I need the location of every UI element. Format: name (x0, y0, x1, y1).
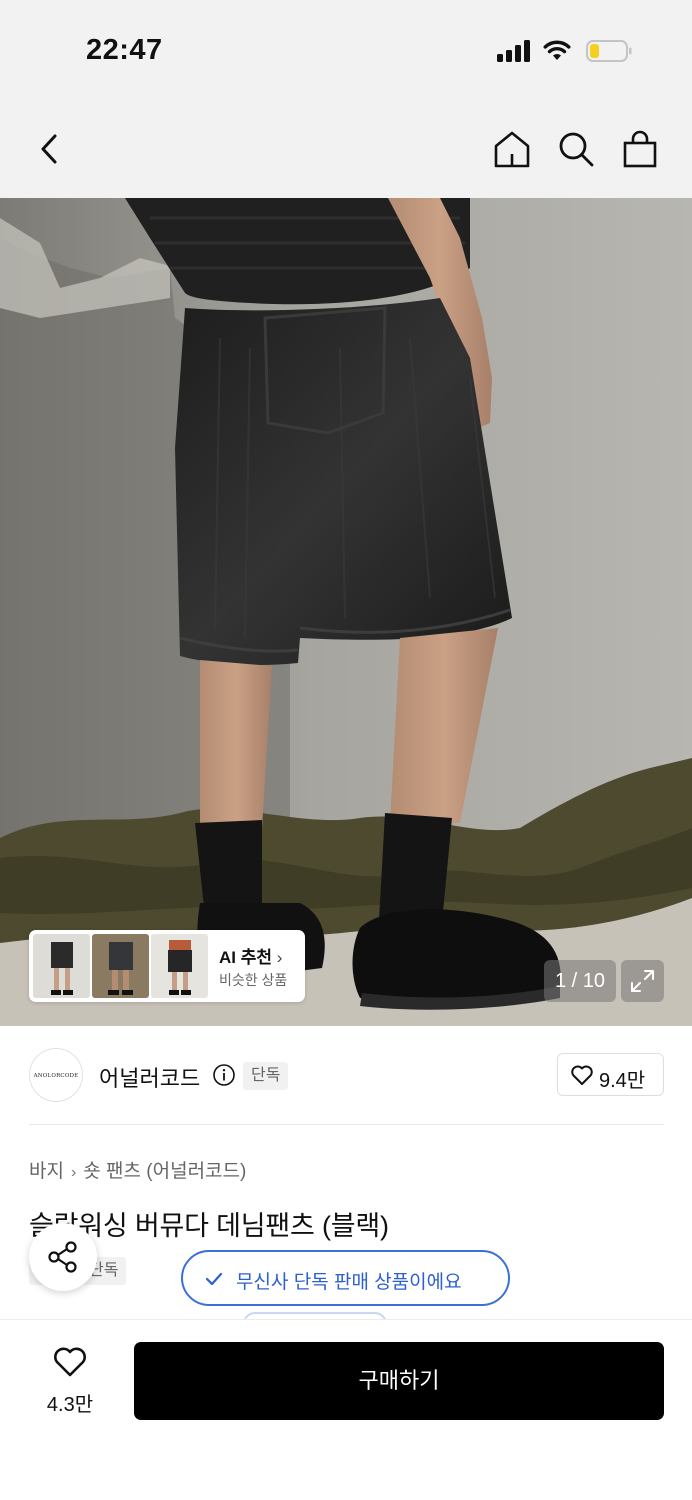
chevron-right-icon: › (276, 948, 283, 967)
brand-logo[interactable]: ANOLORCODE (29, 1048, 83, 1102)
breadcrumb-item[interactable]: 바지 (29, 1161, 64, 1182)
thumbnail-image[interactable] (92, 934, 149, 998)
top-nav-bar (0, 100, 692, 198)
breadcrumb: 바지 › 숏 팬츠 (어널러코드) (29, 1156, 246, 1183)
brand-like-button[interactable]: 9.4만 (557, 1053, 664, 1096)
toast-text: 무신사 단독 판매 상품이에요 (236, 1272, 462, 1293)
wishlist-count: 4.3만 (46, 1394, 94, 1416)
ai-recommend-subtitle: 비슷한 상품 (219, 972, 288, 988)
search-icon[interactable] (556, 129, 596, 169)
product-photo (0, 198, 692, 1026)
ai-recommend-title[interactable]: AI 추천 › (219, 943, 282, 968)
back-chevron-icon[interactable] (30, 129, 70, 169)
exclusive-tag: 단독 (243, 1062, 289, 1090)
share-button[interactable] (29, 1223, 97, 1291)
image-page-counter: 1 / 10 (544, 960, 616, 1002)
info-icon[interactable] (212, 1063, 236, 1087)
wifi-icon (542, 38, 572, 62)
status-time: 22:47 (86, 34, 163, 66)
battery-icon (586, 39, 632, 63)
breadcrumb-item[interactable]: 숏 팬츠 (어널러코드) (83, 1161, 246, 1182)
checkmark-icon (205, 1272, 223, 1286)
product-image-gallery[interactable]: AI 추천 › 비슷한 상품 1 / 10 (0, 198, 692, 1026)
exclusive-toast: 무신사 단독 판매 상품이에요 (181, 1250, 510, 1306)
heart-icon (571, 1065, 593, 1085)
wishlist-button[interactable]: 4.3만 (32, 1346, 108, 1416)
shopping-bag-icon[interactable] (620, 129, 660, 169)
home-icon[interactable] (492, 129, 532, 169)
buy-button[interactable]: 구매하기 (134, 1342, 664, 1420)
brand-like-count: 9.4만 (599, 1070, 646, 1092)
bottom-action-bar: 4.3만 구매하기 (0, 1319, 692, 1500)
status-bar: 22:47 (0, 0, 692, 100)
chevron-right-icon: › (70, 1164, 77, 1181)
cellular-signal-icon (497, 40, 533, 62)
ai-recommend-label: AI 추천 (219, 948, 273, 967)
heart-icon (54, 1347, 86, 1377)
brand-name[interactable]: 어널러코드 (99, 1061, 200, 1093)
ai-recommend-strip[interactable]: AI 추천 › 비슷한 상품 (29, 930, 305, 1002)
expand-icon[interactable] (621, 960, 664, 1002)
divider (29, 1124, 664, 1125)
thumbnail-image[interactable] (151, 934, 208, 998)
share-icon (48, 1241, 77, 1273)
thumbnail-image[interactable] (33, 934, 90, 998)
